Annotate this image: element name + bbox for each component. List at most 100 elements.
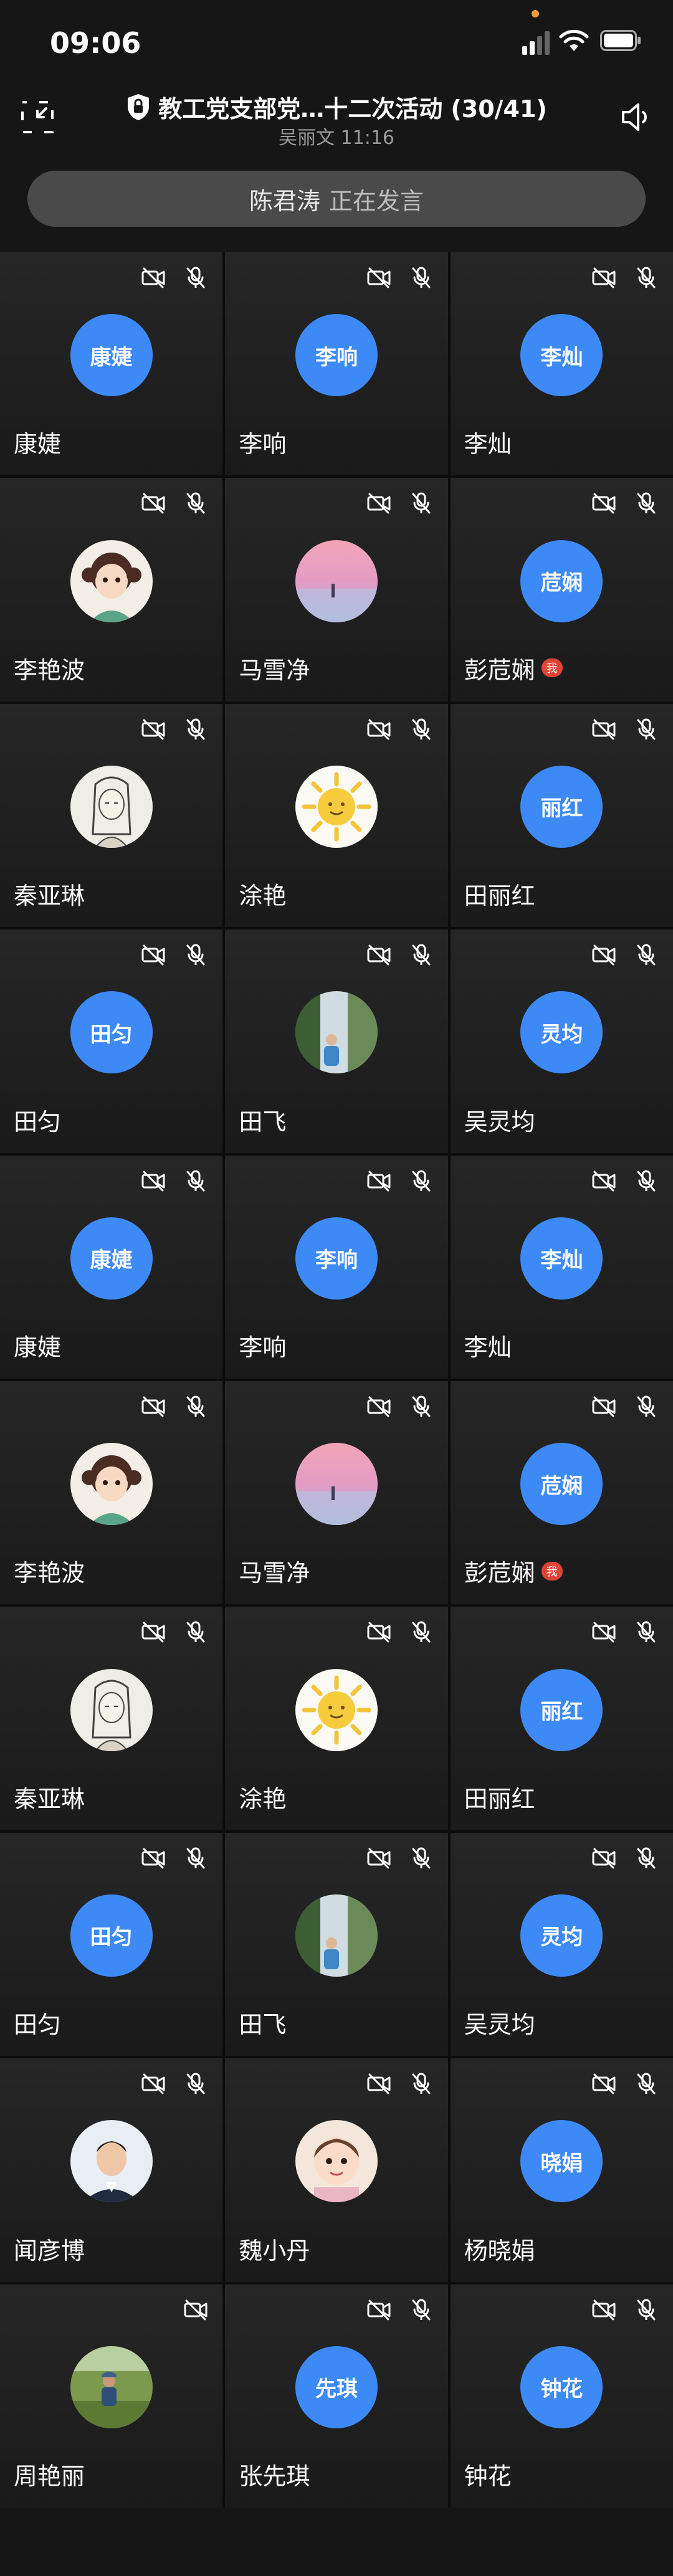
participant-name: 田飞 [239, 1108, 287, 1136]
camera-off-icon [591, 265, 617, 293]
participant-status-icons [140, 942, 209, 971]
mic-off-icon [183, 942, 209, 971]
participant-name: 田飞 [239, 2011, 287, 2039]
participant-name: 李艳波 [14, 656, 85, 684]
camera-off-icon [366, 1394, 392, 1422]
camera-off-icon [591, 942, 617, 971]
sunset-avatar [295, 539, 378, 622]
mic-off-icon [633, 1168, 659, 1197]
participant-name-row: 涂艳 [239, 1780, 286, 1814]
participant-name: 张先琪 [239, 2462, 310, 2490]
participant-status-icons [591, 265, 659, 293]
participant-tile[interactable]: 田匀 田匀 [0, 1832, 223, 2056]
participant-tile[interactable]: 苊娴 彭苊娴我 [450, 478, 673, 701]
avatar: 李响 [295, 1217, 378, 1300]
mic-off-icon [408, 2297, 434, 2326]
mic-off-icon [633, 1394, 659, 1422]
camera-off-icon [140, 716, 166, 745]
participant-name: 闻彦博 [14, 2236, 85, 2265]
avatar: 苊娴 [520, 1443, 603, 1526]
participant-status-icons [591, 490, 659, 519]
participant-name-row: 周艳丽 [14, 2457, 85, 2491]
wifi-icon [559, 29, 589, 51]
sketch-girl-avatar [70, 765, 153, 848]
avatar: 李灿 [520, 1217, 603, 1300]
participant-tile[interactable]: 丽红 田丽红 [450, 703, 673, 928]
meeting-title[interactable]: 教工党支部党…十二次活动 (30/41) [158, 90, 547, 124]
meeting-header: 教工党支部党…十二次活动 (30/41) 吴丽文 11:16 [0, 81, 673, 162]
participant-tile[interactable]: 灵均 吴灵均 [450, 1832, 673, 2056]
participant-tile[interactable]: 秦亚琳 [0, 1607, 223, 1830]
participant-tile[interactable]: 晓娟杨晓娟 [450, 2058, 673, 2282]
participant-tile[interactable]: 田飞 [225, 1832, 448, 2056]
avatar: 晓娟 [520, 2120, 603, 2203]
avatar: 先琪 [295, 2345, 378, 2428]
speaker-icon[interactable] [618, 100, 653, 135]
participant-status-icons [366, 490, 434, 519]
mic-off-icon [633, 716, 659, 745]
camera-off-icon [140, 1168, 166, 1197]
participant-tile[interactable]: 李灿 李灿 [450, 1155, 673, 1379]
participant-name-row: 李响 [239, 425, 286, 459]
cellular-signal-icon [522, 31, 550, 55]
participant-name: 秦亚琳 [14, 1785, 85, 1813]
participant-tile[interactable]: 李灿 李灿 [450, 252, 673, 476]
mic-off-icon [183, 2071, 209, 2099]
participant-tile[interactable]: 李响 李响 [225, 252, 448, 476]
participant-tile[interactable]: 马雪净 [225, 478, 448, 701]
participant-status-icons [183, 2297, 209, 2326]
participant-tile[interactable]: 李艳波 [0, 478, 223, 701]
participant-tile[interactable]: 魏小丹 [225, 2058, 448, 2282]
participant-name-row: 李艳波 [14, 1554, 85, 1588]
mic-off-icon [633, 942, 659, 971]
mic-off-icon [633, 1845, 659, 1874]
participant-grid: 康婕 康婕 李响 李响 李灿 李灿 李艳波 马雪净 苊娴 彭苊娴我秦亚琳 涂艳 丽红 田丽红 田匀 田匀 田飞… [0, 252, 673, 2507]
camera-off-icon [366, 1619, 392, 1648]
participant-name-row: 田丽红 [464, 1780, 535, 1814]
participant-status-icons [591, 716, 659, 745]
camera-off-icon [366, 716, 392, 745]
participant-name-row: 杨晓娟 [464, 2231, 535, 2266]
participant-name: 钟花 [464, 2462, 512, 2490]
participant-tile[interactable]: 苊娴 彭苊娴我 [450, 1381, 673, 1605]
participant-name: 李灿 [464, 1333, 512, 1361]
participant-tile[interactable]: 灵均 吴灵均 [450, 929, 673, 1153]
participant-name-row: 彭苊娴我 [464, 651, 563, 685]
participant-tile[interactable]: 康婕 康婕 [0, 252, 223, 476]
participant-name-row: 李响 [239, 1328, 286, 1362]
avatar: 康婕 [70, 314, 153, 397]
participant-name-row: 吴灵均 [464, 2005, 535, 2040]
participant-tile[interactable]: 涂艳 [225, 1607, 448, 1830]
participant-name: 康婕 [14, 1333, 62, 1361]
participant-name: 田匀 [14, 1108, 62, 1136]
participant-status-icons [366, 1394, 434, 1422]
participant-tile[interactable]: 李艳波 [0, 1381, 223, 1605]
camera-off-icon [366, 942, 392, 971]
participant-tile[interactable]: 钟花 钟花 [450, 2284, 673, 2507]
participant-tile[interactable]: 周艳丽 [0, 2284, 223, 2507]
participant-tile[interactable]: 康婕 康婕 [0, 1155, 223, 1379]
participant-tile[interactable]: 田匀 田匀 [0, 929, 223, 1153]
participant-name: 马雪净 [239, 656, 310, 684]
participant-status-icons [366, 2071, 434, 2099]
camera-off-icon [591, 1619, 617, 1648]
participant-tile[interactable]: 丽红 田丽红 [450, 1607, 673, 1830]
participant-tile[interactable]: 先琪张先琪 [225, 2284, 448, 2507]
participant-tile[interactable]: 马雪净 [225, 1381, 448, 1605]
participant-name: 李响 [239, 430, 287, 459]
participant-tile[interactable]: 秦亚琳 [0, 703, 223, 928]
active-speaker-banner: 陈君涛 正在发言 [27, 171, 646, 227]
mic-off-icon [408, 1845, 434, 1874]
participant-tile[interactable]: 田飞 [225, 929, 448, 1153]
participant-status-icons [366, 1845, 434, 1874]
mic-off-icon [183, 1394, 209, 1422]
participant-tile[interactable]: 闻彦博 [0, 2058, 223, 2282]
sun-avatar [295, 1668, 378, 1751]
avatar: 钟花 [520, 2345, 603, 2428]
waterfall-avatar [295, 991, 378, 1074]
participant-name: 吴灵均 [464, 1108, 535, 1136]
participant-tile[interactable]: 涂艳 [225, 703, 448, 928]
participant-tile[interactable]: 李响 李响 [225, 1155, 448, 1379]
participant-name-row: 吴灵均 [464, 1103, 535, 1137]
battery-icon [600, 30, 641, 51]
